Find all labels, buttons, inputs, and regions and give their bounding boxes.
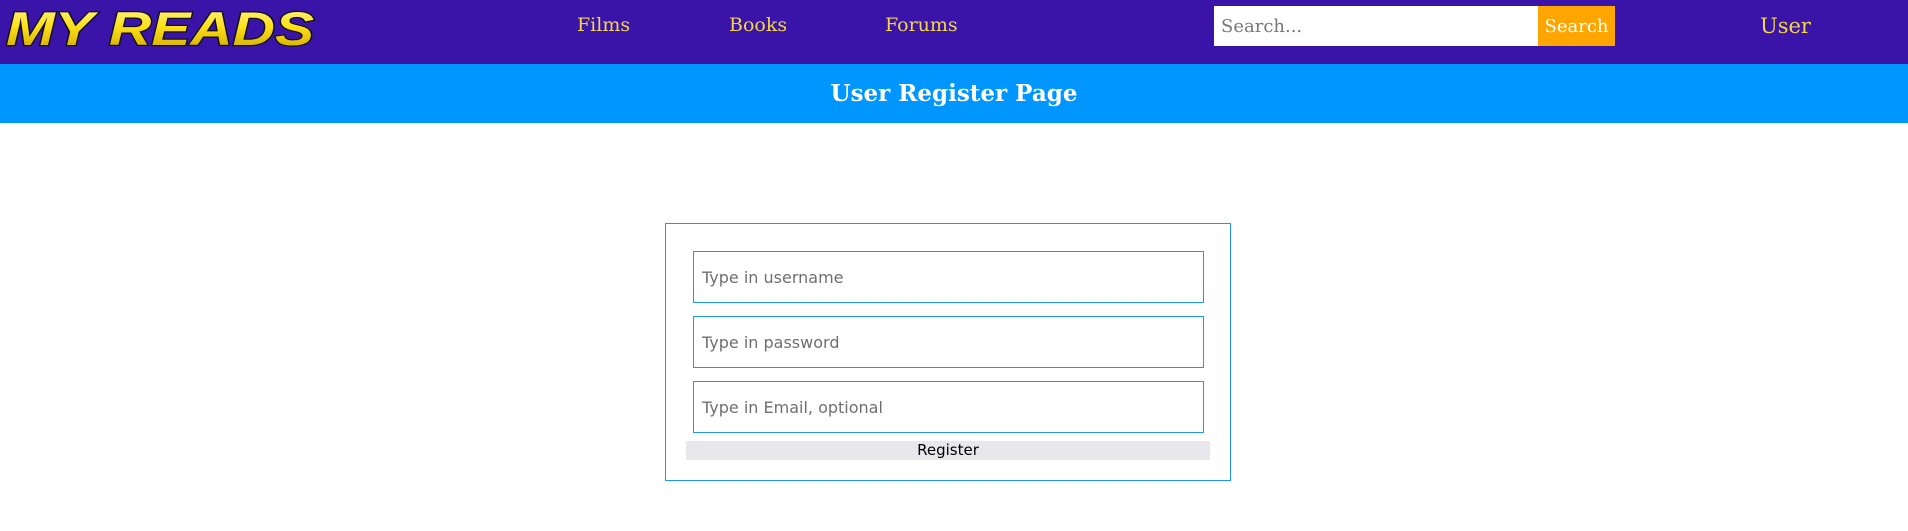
- nav-link-forums[interactable]: Forums: [885, 14, 958, 36]
- page-title-bar: User Register Page: [0, 64, 1908, 123]
- nav-link-books[interactable]: Books: [729, 14, 787, 36]
- search-input[interactable]: [1214, 6, 1539, 46]
- username-input[interactable]: [693, 251, 1204, 303]
- search-button[interactable]: Search: [1538, 6, 1615, 46]
- register-button[interactable]: Register: [686, 441, 1210, 460]
- brand-logo-text: MY READS: [6, 4, 314, 50]
- password-input[interactable]: [693, 316, 1204, 368]
- page-title: User Register Page: [830, 80, 1078, 107]
- register-form: Register: [665, 223, 1231, 481]
- nav-link-films[interactable]: Films: [577, 14, 630, 36]
- top-navbar: MY READS Films Books Forums Search User: [0, 0, 1908, 64]
- email-input[interactable]: [693, 381, 1204, 433]
- user-menu-link[interactable]: User: [1760, 14, 1811, 38]
- brand-logo[interactable]: MY READS: [4, 4, 319, 50]
- brand-logo-image: MY READS: [5, 4, 315, 50]
